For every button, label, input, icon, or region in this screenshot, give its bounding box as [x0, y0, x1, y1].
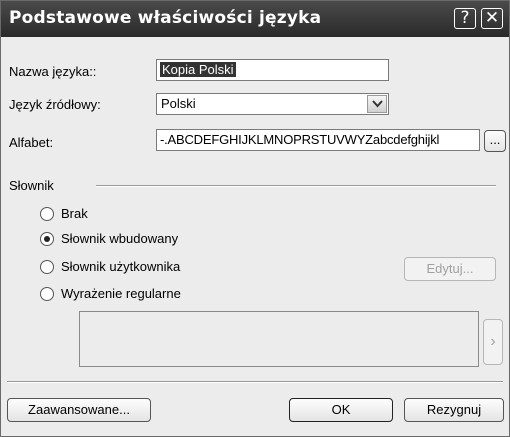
radio-regex-label: Wyrażenie regularne	[61, 286, 181, 301]
radio-none-label: Brak	[61, 206, 88, 221]
regex-panel[interactable]	[79, 311, 479, 367]
side-arrow-button[interactable]: ›	[483, 319, 503, 365]
alphabet-label: Alfabet:	[9, 135, 54, 150]
dialog-title: Podstawowe właściwości języka	[9, 8, 322, 28]
radio-selected-dot	[44, 236, 50, 242]
source-language-value: Polski	[161, 96, 196, 111]
language-name-value: Kopia Polski	[160, 62, 236, 77]
title-bar: Podstawowe właściwości języka ? ✕	[1, 1, 509, 37]
help-button[interactable]: ?	[454, 8, 476, 29]
ok-button[interactable]: OK	[289, 398, 393, 422]
radio-builtin-label: Słownik wbudowany	[61, 231, 179, 246]
radio-regex[interactable]	[40, 287, 54, 301]
language-name-label: Nazwa języka::	[9, 64, 97, 79]
radio-builtin[interactable]	[40, 232, 54, 246]
radio-user[interactable]	[40, 260, 54, 274]
language-name-input[interactable]: Kopia Polski	[156, 59, 389, 81]
alphabet-input[interactable]: -.ABCDEFGHIJKLMNOPRSTUVWYZabcdefghijkl	[156, 129, 480, 151]
advanced-button[interactable]: Zaawansowane...	[7, 398, 151, 422]
radio-user-label: Słownik użytkownika	[61, 259, 181, 274]
cancel-button[interactable]: Rezygnuj	[404, 398, 504, 422]
source-language-select[interactable]: Polski	[156, 93, 389, 115]
close-button[interactable]: ✕	[481, 8, 503, 29]
language-properties-dialog: Podstawowe właściwości języka ? ✕ Nazwa …	[0, 0, 510, 437]
source-language-label: Język źródłowy:	[9, 97, 101, 112]
group-divider	[96, 185, 496, 187]
chevron-down-icon[interactable]	[367, 95, 387, 113]
edit-button[interactable]: Edytuj...	[404, 257, 496, 281]
alphabet-browse-button[interactable]: ...	[484, 130, 506, 152]
radio-none[interactable]	[40, 207, 54, 221]
dictionary-group-label: Słownik	[9, 178, 54, 193]
footer-separator	[7, 381, 503, 383]
